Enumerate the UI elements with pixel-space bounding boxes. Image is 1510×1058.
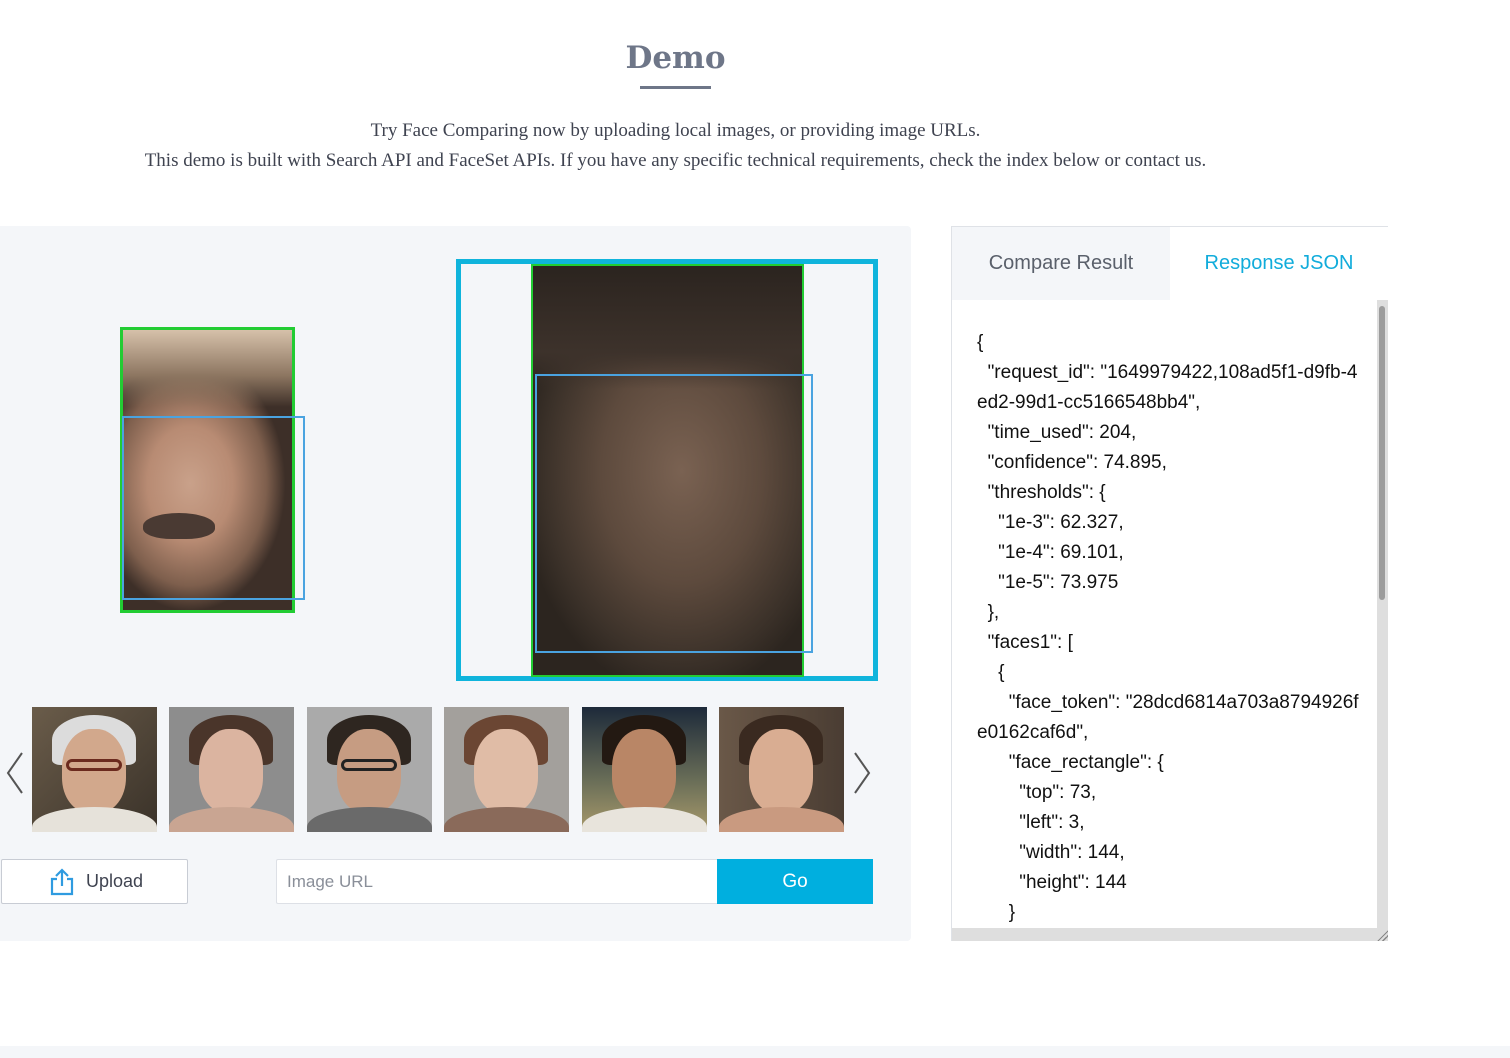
title-underline — [640, 86, 711, 89]
thumbnail-woman-portrait[interactable] — [169, 707, 294, 832]
thumbnail-face — [337, 729, 401, 813]
horizontal-scrollbar[interactable] — [952, 928, 1388, 941]
scrollbar-thumb[interactable] — [1379, 306, 1385, 600]
page-title: Demo — [625, 40, 726, 76]
response-json-view[interactable]: { "request_id": "1649979422,108ad5f1-d9f… — [952, 300, 1377, 928]
thumbnail-shoulders — [307, 807, 432, 832]
description-line-1: Try Face Comparing now by uploading loca… — [370, 120, 981, 141]
face-rectangle-1 — [122, 416, 305, 600]
thumbnail-face — [199, 729, 263, 813]
thumbnail-shoulders — [169, 807, 294, 832]
glasses-icon — [66, 759, 122, 771]
resize-grip-icon[interactable] — [1376, 929, 1388, 941]
thumbnail-shoulders — [582, 807, 707, 832]
upload-button[interactable]: Upload — [1, 859, 188, 904]
thumbnail-girl[interactable] — [444, 707, 569, 832]
share-upload-icon — [50, 868, 74, 896]
thumbnail-woman-laughing[interactable] — [582, 707, 707, 832]
chevron-left-icon[interactable] — [0, 745, 30, 801]
thumbnail-elderly-man[interactable] — [32, 707, 157, 832]
thumbnail-woman-hand-face[interactable] — [719, 707, 844, 832]
image-url-input[interactable] — [276, 859, 718, 904]
chevron-right-icon[interactable] — [847, 745, 877, 801]
vertical-scrollbar[interactable] — [1377, 300, 1388, 928]
face-rectangle-2 — [535, 374, 813, 653]
thumbnail-face — [474, 729, 538, 813]
thumbnail-face — [749, 729, 813, 813]
description-line-2: This demo is built with Search API and F… — [144, 150, 1207, 171]
thumbnail-shoulders — [719, 807, 844, 832]
thumbnail-face — [62, 729, 126, 813]
go-button[interactable]: Go — [717, 859, 873, 904]
upload-label: Upload — [86, 871, 144, 891]
thumbnail-shoulders — [444, 807, 569, 832]
tab-compare-result[interactable]: Compare Result — [952, 227, 1170, 300]
glasses-icon — [341, 759, 397, 771]
thumbnail-shoulders — [32, 807, 157, 832]
tab-response-json[interactable]: Response JSON — [1170, 227, 1388, 300]
response-json-text: { "request_id": "1649979422,108ad5f1-d9f… — [977, 332, 1359, 923]
result-panel: Compare Result Response JSON { "request_… — [951, 226, 1388, 941]
footer-strip — [0, 1046, 1510, 1058]
thumbnail-man-glasses[interactable] — [307, 707, 432, 832]
thumbnail-face — [612, 729, 676, 813]
